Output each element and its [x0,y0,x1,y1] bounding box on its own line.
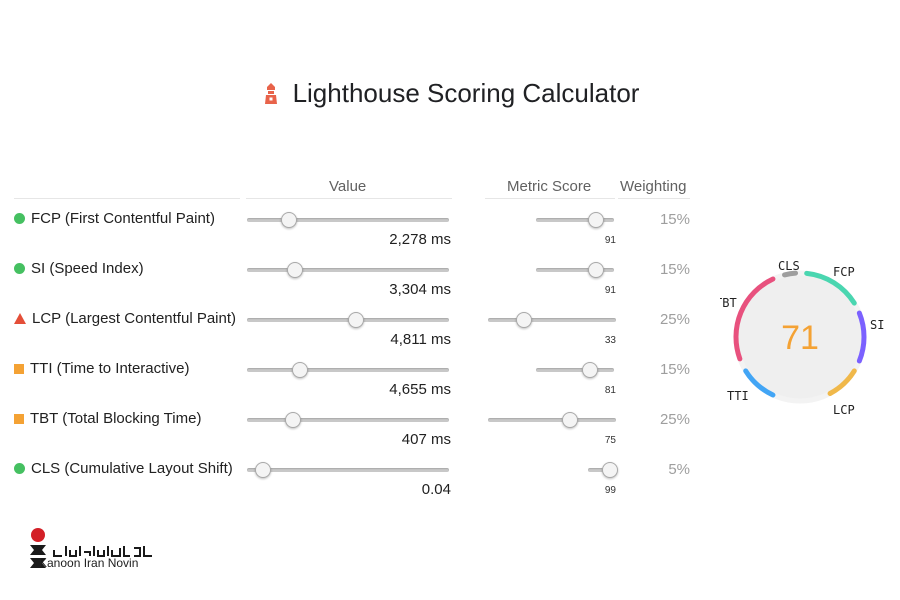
metric-row: CLS (Cumulative Layout Shift) 0.04 99 5% [0,460,720,510]
value-slider-thumb[interactable] [348,312,365,328]
metric-score-slider[interactable] [536,362,614,378]
pass-circle-icon [14,263,25,274]
metric-name: TTI (Time to Interactive) [14,360,189,377]
metric-weighting: 15% [659,211,690,228]
metric-value: 3,304 ms [389,281,451,298]
overall-score: 71 [781,319,819,357]
value-slider[interactable] [247,312,449,328]
metric-name: FCP (First Contentful Paint) [14,210,215,227]
gauge-label-tti: TTI [727,389,749,403]
value-slider[interactable] [247,462,449,478]
gauge-label-tbt: TBT [720,296,737,310]
metric-score: 91 [604,235,616,246]
value-slider-thumb[interactable] [287,262,304,278]
metric-row: TBT (Total Blocking Time) 407 ms 75 25% [0,410,720,460]
header-divider [14,198,240,199]
metric-value: 0.04 [421,481,451,498]
metric-name-label: TTI (Time to Interactive) [30,360,190,377]
value-slider-thumb[interactable] [255,462,272,478]
metric-name-label: CLS (Cumulative Layout Shift) [31,460,233,477]
value-slider[interactable] [247,212,449,228]
metric-score-slider[interactable] [536,212,614,228]
metric-name: CLS (Cumulative Layout Shift) [14,460,233,477]
metric-value: 4,655 ms [389,381,451,398]
metric-row: FCP (First Contentful Paint) 2,278 ms 91 15… [0,210,720,260]
metric-value: 4,811 ms [390,331,451,348]
metric-weighting: 15% [659,261,690,278]
page-title-text: Lighthouse Scoring Calculator [292,78,640,108]
metric-score-slider-thumb[interactable] [581,362,598,378]
metric-score-slider-thumb[interactable] [561,412,578,428]
column-header-metric-score: Metric Score [507,178,592,195]
metric-row: SI (Speed Index) 3,304 ms 91 15% [0,260,720,310]
metric-row: LCP (Largest Contentful Paint) 4,811 ms 33… [0,310,720,360]
metric-score: 33 [604,335,616,346]
metric-value: 2,278 ms [389,231,451,248]
metric-score-slider-thumb[interactable] [588,262,605,278]
metric-name-label: FCP (First Contentful Paint) [31,210,215,227]
metric-score-slider-thumb[interactable] [515,312,532,328]
metric-name: SI (Speed Index) [14,260,144,277]
header-divider [485,198,615,199]
value-slider-thumb[interactable] [281,212,298,228]
column-header-weighting: Weighting [620,178,687,195]
metric-name-label: SI (Speed Index) [31,260,144,277]
metric-weighting: 25% [659,311,690,328]
gauge-label-lcp: LCP [833,403,855,417]
metric-score-slider-thumb[interactable] [601,462,618,478]
column-header-value: Value [329,178,367,195]
pass-circle-icon [14,463,25,474]
metric-score: 75 [604,435,616,446]
metric-row: TTI (Time to Interactive) 4,655 ms 81 15% [0,360,720,410]
metric-weighting: 25% [659,411,690,428]
metric-weighting: 15% [659,361,690,378]
pass-circle-icon [14,213,25,224]
metric-score: 91 [604,285,616,296]
gauge-arc-cls [782,270,799,278]
metric-name-label: TBT (Total Blocking Time) [30,410,202,427]
score-gauge: 71 CLS FCP SI LCP TTI TBT [720,259,884,417]
header-divider [618,198,690,199]
metric-score-slider-thumb[interactable] [588,212,605,228]
page-title: Lighthouse Scoring Calculator [261,78,640,109]
gauge-label-fcp: FCP [833,265,855,279]
value-slider[interactable] [247,362,449,378]
metric-score-slider[interactable] [536,262,614,278]
average-square-icon [14,363,24,374]
header-divider [246,198,452,199]
metric-score: 99 [604,485,616,496]
metric-value: 407 ms [401,431,451,448]
fail-triangle-icon [14,313,26,324]
gauge-label-cls: CLS [778,259,800,273]
gauge-label-si: SI [870,318,884,332]
metric-score-slider[interactable] [588,462,618,478]
brand-name: Kanoon Iran Novin [39,556,139,570]
metric-weighting: 5% [668,461,690,478]
value-slider-thumb[interactable] [291,362,308,378]
value-slider[interactable] [247,262,449,278]
value-slider[interactable] [247,412,449,428]
metric-name: TBT (Total Blocking Time) [14,410,201,427]
value-slider-thumb[interactable] [285,412,302,428]
metric-name: LCP (Largest Contentful Paint) [14,310,236,327]
metric-score: 81 [604,385,616,396]
metric-score-slider[interactable] [488,312,616,328]
metric-name-label: LCP (Largest Contentful Paint) [32,310,237,327]
average-square-icon [14,413,24,424]
metric-score-slider[interactable] [488,412,616,428]
title-area: Lighthouse Scoring Calculator [0,78,900,111]
brand-logo [30,528,152,568]
lighthouse-icon [264,82,277,104]
